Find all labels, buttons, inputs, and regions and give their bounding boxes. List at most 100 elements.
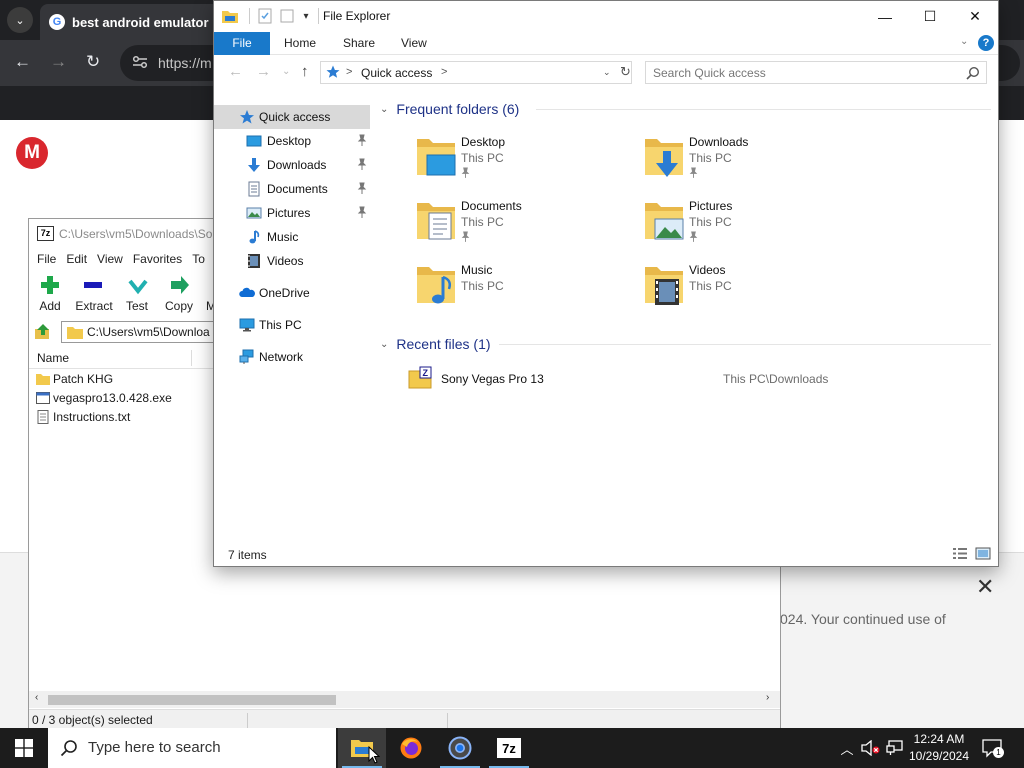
folder-tile-pictures[interactable]: Pictures This PC xyxy=(643,199,863,255)
folder-tile-documents[interactable]: Documents This PC xyxy=(415,199,635,255)
tile-name: Documents xyxy=(461,199,522,213)
menu-tools[interactable]: To xyxy=(187,249,210,269)
tab-share[interactable]: Share xyxy=(343,32,375,55)
nav-item-pictures[interactable]: Pictures xyxy=(214,201,370,225)
network-button[interactable] xyxy=(884,728,906,768)
column-name[interactable]: Name xyxy=(37,351,69,365)
nav-item-desktop[interactable]: Desktop xyxy=(214,129,370,153)
nav-item-documents[interactable]: Documents xyxy=(214,177,370,201)
explorer-titlebar[interactable]: ▾ File Explorer — ☐ ✕ xyxy=(214,1,998,32)
nav-item-downloads[interactable]: Downloads xyxy=(214,153,370,177)
frequent-folders-header[interactable]: ⌄ Frequent folders (6) xyxy=(380,101,519,117)
menu-favorites[interactable]: Favorites xyxy=(128,249,187,269)
forward-button[interactable]: → xyxy=(256,63,271,80)
nav-item-network[interactable]: Network xyxy=(214,345,370,369)
nav-item-videos[interactable]: Videos xyxy=(214,249,370,273)
extract-button[interactable]: Extract xyxy=(72,271,116,317)
pin-icon xyxy=(689,231,698,242)
tile-location: This PC xyxy=(689,151,732,165)
folder-tile-music[interactable]: Music This PC xyxy=(415,263,635,319)
details-view-icon[interactable] xyxy=(952,547,968,560)
tab-view[interactable]: View xyxy=(401,32,427,55)
group-title: Recent files (1) xyxy=(396,336,491,352)
nav-item-music[interactable]: Music xyxy=(214,225,370,249)
maximize-button[interactable]: ☐ xyxy=(907,1,953,32)
tab-file[interactable]: File xyxy=(214,32,270,55)
pin-icon xyxy=(357,182,367,194)
tab-home[interactable]: Home xyxy=(284,32,316,55)
add-button[interactable]: Add xyxy=(29,271,71,317)
nav-item-quick-access[interactable]: Quick access xyxy=(214,105,370,129)
recent-files-header[interactable]: ⌄ Recent files (1) xyxy=(380,336,491,352)
explorer-statusbar: 7 items xyxy=(214,546,998,566)
collapse-chevron-icon[interactable]: ⌄ xyxy=(380,339,388,350)
nav-label: Videos xyxy=(267,254,304,268)
breadcrumb[interactable]: Quick access xyxy=(361,66,432,80)
mega-logo[interactable]: M xyxy=(16,137,48,169)
tab-search-button[interactable]: ⌄ xyxy=(7,7,33,33)
downloads-folder-icon xyxy=(645,139,683,177)
folder-up-icon[interactable] xyxy=(34,323,52,341)
menu-file[interactable]: File xyxy=(29,249,61,269)
recent-file-item[interactable]: Z Sony Vegas Pro 13 This PC\Downloads xyxy=(408,366,968,390)
menu-view[interactable]: View xyxy=(92,249,128,269)
test-button[interactable]: Test xyxy=(117,271,157,317)
volume-button[interactable] xyxy=(860,728,882,768)
download-icon xyxy=(248,158,260,172)
address-bar[interactable]: > Quick access > ⌄ ↻ xyxy=(320,61,632,84)
recent-locations-icon[interactable]: ⌄ xyxy=(282,66,290,77)
music-folder-icon xyxy=(417,267,455,304)
taskbar-search[interactable]: Type here to search xyxy=(48,728,336,768)
back-button[interactable]: ← xyxy=(14,52,31,72)
notification-center-button[interactable]: 1 xyxy=(982,738,1004,758)
scrollbar-thumb[interactable] xyxy=(48,695,336,705)
nav-label: OneDrive xyxy=(259,286,310,300)
nav-label: Music xyxy=(267,230,299,244)
minimize-button[interactable]: — xyxy=(862,1,908,32)
tile-location: This PC xyxy=(689,215,732,229)
menu-edit[interactable]: Edit xyxy=(61,249,92,269)
search-box[interactable] xyxy=(645,61,987,84)
folder-tile-videos[interactable]: Videos This PC xyxy=(643,263,863,319)
tile-location: This PC xyxy=(461,151,504,165)
refresh-icon[interactable]: ↻ xyxy=(620,64,631,80)
reload-button[interactable]: ↻ xyxy=(86,52,100,72)
expand-ribbon-icon[interactable]: ⌄ xyxy=(960,36,968,47)
collapse-chevron-icon[interactable]: ⌄ xyxy=(380,104,388,115)
close-button[interactable]: ✕ xyxy=(952,1,998,32)
banner-close-button[interactable]: ✕ xyxy=(976,574,994,600)
customize-toolbar-icon[interactable]: ▾ xyxy=(300,11,312,22)
column-divider[interactable] xyxy=(191,350,192,366)
new-folder-icon[interactable] xyxy=(278,7,296,25)
star-icon xyxy=(240,110,254,124)
properties-icon[interactable] xyxy=(256,7,274,25)
window-title: File Explorer xyxy=(323,9,391,23)
forward-button[interactable]: → xyxy=(50,52,67,72)
search-icon[interactable] xyxy=(966,66,980,80)
scroll-left-icon[interactable]: ‹ xyxy=(35,692,38,703)
taskbar-chrome[interactable] xyxy=(436,728,484,768)
horizontal-scrollbar[interactable]: ‹ › xyxy=(29,691,780,708)
help-icon[interactable]: ? xyxy=(978,35,994,51)
address-dropdown-icon[interactable]: ⌄ xyxy=(603,67,611,78)
copy-button[interactable]: Copy xyxy=(159,271,199,317)
folder-tile-downloads[interactable]: Downloads This PC xyxy=(643,135,863,191)
taskbar-7zip[interactable]: 7z xyxy=(485,728,533,768)
scroll-right-icon[interactable]: › xyxy=(766,692,769,703)
breadcrumb-separator[interactable]: > xyxy=(346,66,352,78)
taskbar-firefox[interactable] xyxy=(387,728,435,768)
start-button[interactable] xyxy=(0,728,48,768)
folder-tile-desktop[interactable]: Desktop This PC xyxy=(415,135,635,191)
back-button[interactable]: ← xyxy=(228,63,243,80)
breadcrumb-separator[interactable]: > xyxy=(441,66,447,78)
notification-count-badge: 1 xyxy=(993,747,1004,758)
up-button[interactable]: ↑ xyxy=(301,63,309,80)
nav-item-this-pc[interactable]: This PC xyxy=(214,313,370,337)
search-input[interactable] xyxy=(646,62,946,83)
show-hidden-icons-button[interactable]: ︿ xyxy=(838,728,856,768)
nav-item-onedrive[interactable]: OneDrive xyxy=(214,281,370,305)
site-settings-icon[interactable] xyxy=(132,55,148,69)
large-icons-view-icon[interactable] xyxy=(975,547,991,560)
taskbar-clock[interactable]: 12:24 AM 10/29/2024 xyxy=(908,731,970,765)
chrome-tab[interactable]: G best android emulator pc xyxy=(40,4,220,40)
